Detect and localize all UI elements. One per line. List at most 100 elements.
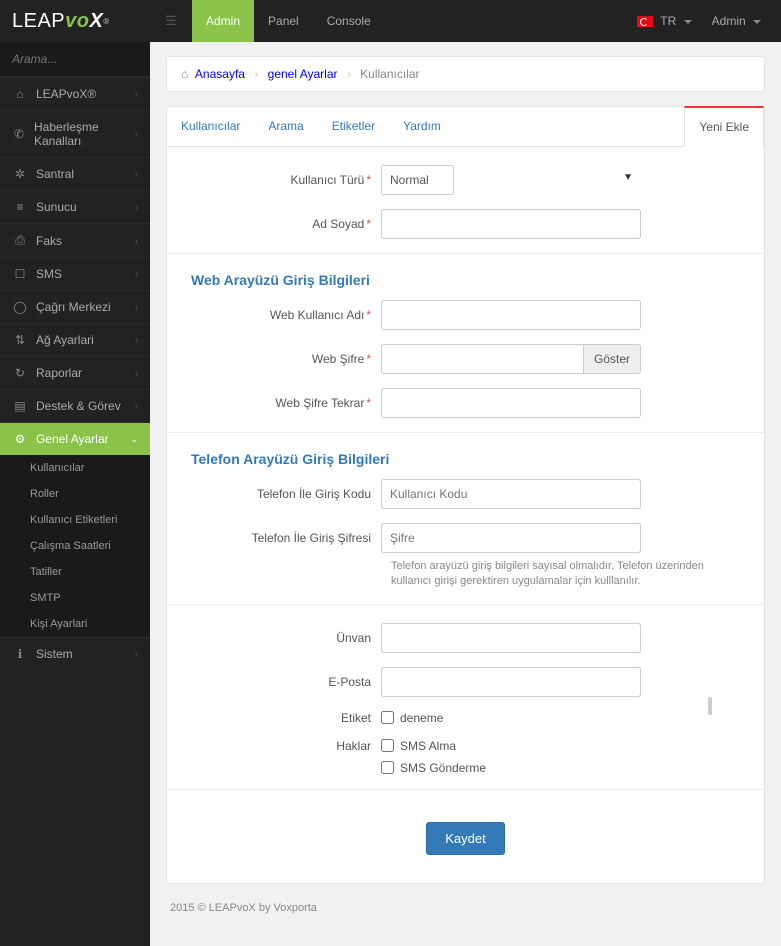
logo-text-2: vo <box>65 10 89 33</box>
subnav-holidays[interactable]: Tatiller <box>0 559 150 585</box>
topnav-panel[interactable]: Panel <box>254 0 313 42</box>
phone-help-text: Telefon arayüzü giriş bilgileri sayısal … <box>391 559 740 590</box>
sidebar-item-support[interactable]: ▤Destek & Görev‹ <box>0 389 150 422</box>
user-label: Admin <box>712 14 746 28</box>
footer-text: 2015 © LEAPvoX by Voxporta <box>166 884 765 932</box>
sidebar-item-reports[interactable]: ↻Raporlar‹ <box>0 356 150 389</box>
sidebar-item-server[interactable]: ≡ Sunucu ‹ <box>0 190 150 223</box>
sidebar-item-label: Ağ Ayarlari <box>36 333 94 347</box>
sidebar: ⌂LEAPvoX®‹ ✆Haberleşme Kanalları‹ ✲Santr… <box>0 42 150 946</box>
subnav-users[interactable]: Kullanıcılar <box>0 455 150 481</box>
topnav-console[interactable]: Console <box>313 0 385 42</box>
chevron-left-icon: ‹ <box>135 649 138 659</box>
title-input[interactable] <box>381 623 641 653</box>
right-checkbox[interactable] <box>381 761 394 774</box>
sidebar-search <box>0 42 150 77</box>
chevron-left-icon: ‹ <box>135 202 138 212</box>
sidebar-item-settings[interactable]: ⚙Genel Ayarlar⌄ <box>0 422 150 455</box>
sidebar-item-sms[interactable]: ☐SMS‹ <box>0 257 150 290</box>
right-sms-send[interactable]: SMS Gönderme <box>381 761 486 775</box>
sidebar-item-label: Faks <box>36 234 62 248</box>
network-icon: ⇅ <box>12 333 28 347</box>
label-tag: Etiket <box>191 711 381 725</box>
chevron-left-icon: ‹ <box>135 302 138 312</box>
user-menu[interactable]: Admin <box>702 14 771 28</box>
tab-help[interactable]: Yardım <box>389 107 455 146</box>
hamburger-icon[interactable]: ☰ <box>150 0 192 42</box>
right-sms-receive[interactable]: SMS Alma <box>381 739 486 753</box>
sidebar-item-label: Sunucu <box>36 200 77 214</box>
print-icon: ⎙ <box>12 233 28 248</box>
subnav-work-hours[interactable]: Çalışma Saatleri <box>0 533 150 559</box>
main-content: ⌂ Anasayfa › genel Ayarlar › Kullanıcıla… <box>150 42 781 946</box>
headset-icon: ◯ <box>12 300 28 314</box>
label-phone-code: Telefon İle Giriş Kodu <box>191 487 381 501</box>
user-type-select[interactable]: Normal <box>381 165 454 195</box>
sidebar-item-fax[interactable]: ⎙Faks‹ <box>0 223 150 257</box>
tab-search[interactable]: Arama <box>254 107 317 146</box>
panel: Kullanıcılar Arama Etiketler Yardım Yeni… <box>166 106 765 884</box>
web-username-input[interactable] <box>381 300 641 330</box>
label-title: Ünvan <box>191 631 381 645</box>
logo[interactable]: LEAPvoX® <box>0 0 150 42</box>
sidebar-nav: ⌂LEAPvoX®‹ ✆Haberleşme Kanalları‹ ✲Santr… <box>0 77 150 946</box>
sidebar-item-callcenter[interactable]: ◯Çağrı Merkezi‹ <box>0 290 150 323</box>
topbar-right: TR Admin <box>627 0 781 42</box>
label-web-pass2: Web Şifre Tekrar* <box>191 396 381 410</box>
logo-text-3: X <box>90 10 104 33</box>
info-icon: ℹ <box>12 647 28 661</box>
scrollbar-icon[interactable] <box>708 697 712 715</box>
sidebar-item-pbx[interactable]: ✲Santral‹ <box>0 157 150 190</box>
sidebar-item-leapvox[interactable]: ⌂LEAPvoX®‹ <box>0 77 150 110</box>
tag-options: deneme <box>381 711 443 725</box>
right-checkbox[interactable] <box>381 739 394 752</box>
tag-option[interactable]: deneme <box>381 711 443 725</box>
tab-users[interactable]: Kullanıcılar <box>167 107 254 146</box>
breadcrumb-current: Kullanıcılar <box>360 67 419 81</box>
language-selector[interactable]: TR <box>627 14 701 28</box>
sidebar-item-label: Destek & Görev <box>36 399 121 413</box>
chevron-left-icon: ‹ <box>135 169 138 179</box>
sidebar-item-label: Haberleşme Kanalları <box>34 120 135 148</box>
server-icon: ≡ <box>12 200 28 214</box>
logo-text-1: LEAP <box>12 10 65 33</box>
search-input[interactable] <box>0 42 150 76</box>
subnav-smtp[interactable]: SMTP <box>0 585 150 611</box>
subnav-contact-settings[interactable]: Kişi Ayarlari <box>0 611 150 637</box>
phone-code-input[interactable] <box>381 479 641 509</box>
label-rights: Haklar <box>191 739 381 753</box>
chevron-left-icon: ‹ <box>135 401 138 411</box>
tag-checkbox[interactable] <box>381 711 394 724</box>
tabs: Kullanıcılar Arama Etiketler Yardım Yeni… <box>167 107 764 147</box>
chevron-left-icon: ‹ <box>135 129 138 139</box>
web-password-repeat-input[interactable] <box>381 388 641 418</box>
show-password-button[interactable]: Göster <box>584 344 641 374</box>
sidebar-item-label: SMS <box>36 267 62 281</box>
web-password-input[interactable] <box>381 344 584 374</box>
tab-tags[interactable]: Etiketler <box>318 107 389 146</box>
home-icon: ⌂ <box>12 87 28 101</box>
subnav-user-tags[interactable]: Kullanıcı Etiketleri <box>0 507 150 533</box>
email-input[interactable] <box>381 667 641 697</box>
sidebar-item-channels[interactable]: ✆ Haberleşme Kanalları‹ <box>0 110 150 157</box>
chevron-down-icon <box>684 20 692 24</box>
phone-icon: ✆ <box>12 127 26 141</box>
breadcrumb-home[interactable]: Anasayfa <box>195 67 245 81</box>
sidebar-subnav: Kullanıcılar Roller Kullanıcı Etiketleri… <box>0 455 150 637</box>
save-button[interactable]: Kaydet <box>426 822 504 855</box>
sidebar-item-system[interactable]: ℹSistem‹ <box>0 637 150 670</box>
phone-password-input[interactable] <box>381 523 641 553</box>
chevron-left-icon: ‹ <box>135 269 138 279</box>
subnav-roles[interactable]: Roller <box>0 481 150 507</box>
sidebar-item-label: Santral <box>36 167 74 181</box>
label-fullname: Ad Soyad* <box>191 217 381 231</box>
label-email: E-Posta <box>191 675 381 689</box>
user-form: Kullanıcı Türü* Normal Ad Soyad* Web Ara… <box>167 147 764 883</box>
fullname-input[interactable] <box>381 209 641 239</box>
sidebar-item-network[interactable]: ⇅ Ağ Ayarlari ‹ <box>0 323 150 356</box>
sidebar-item-label: LEAPvoX® <box>36 87 96 101</box>
chevron-left-icon: ‹ <box>135 335 138 345</box>
breadcrumb-settings[interactable]: genel Ayarlar <box>268 67 338 81</box>
topnav-admin[interactable]: Admin <box>192 0 254 42</box>
tab-new[interactable]: Yeni Ekle <box>684 106 764 147</box>
